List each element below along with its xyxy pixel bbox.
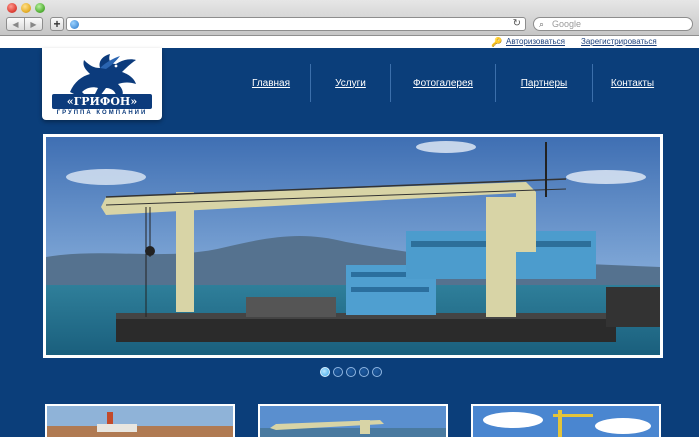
back-icon: ◀: [12, 19, 19, 29]
nav-item-contacts[interactable]: Контакты: [593, 64, 672, 102]
add-bookmark-button[interactable]: +: [50, 17, 64, 31]
minimize-window-button[interactable]: [21, 3, 31, 13]
slider-dot[interactable]: [372, 367, 382, 377]
logo-tagline: ГРУППА КОМПАНИЙ: [56, 110, 148, 116]
history-buttons: ◀ ▶: [6, 17, 43, 31]
slider-pagination: [320, 367, 382, 377]
gallery-thumbnail[interactable]: [45, 404, 235, 437]
forward-button[interactable]: ▶: [24, 18, 42, 30]
nav-item-services[interactable]: Услуги: [311, 64, 390, 102]
globe-icon: [70, 20, 79, 29]
key-icon: 🔑: [491, 37, 503, 47]
company-logo[interactable]: «ГРИФОН» ГРУППА КОМПАНИЙ: [42, 48, 162, 120]
thumbnail-image: [473, 406, 659, 437]
griffin-icon: [70, 54, 136, 96]
slider-dot[interactable]: [320, 367, 330, 377]
zoom-window-button[interactable]: [35, 3, 45, 13]
top-auth-strip: 🔑 Авторизоваться Зарегистрироваться: [0, 36, 699, 48]
close-window-button[interactable]: [7, 3, 17, 13]
search-icon: ⌕: [539, 19, 545, 29]
back-button[interactable]: ◀: [7, 18, 24, 30]
thumbnail-image: [47, 406, 233, 437]
plus-icon: +: [53, 17, 61, 31]
nav-item-partners[interactable]: Партнеры: [496, 64, 592, 102]
register-link[interactable]: Зарегистрироваться: [581, 36, 657, 48]
forward-icon: ▶: [30, 19, 37, 29]
nav-item-gallery[interactable]: Фотогалерея: [391, 64, 495, 102]
slider-dot[interactable]: [346, 367, 356, 377]
slider-dot[interactable]: [359, 367, 369, 377]
browser-toolbar: ◀ ▶ + ↻ ⌕ Google: [0, 0, 699, 36]
slide-image: [46, 137, 660, 355]
logo-name: «ГРИФОН»: [52, 94, 152, 109]
nav-item-home[interactable]: Главная: [232, 64, 310, 102]
gallery-thumbnail[interactable]: [471, 404, 661, 437]
floating-crane-photo: [46, 137, 660, 355]
gallery-thumbnail[interactable]: [258, 404, 448, 437]
reload-icon[interactable]: ↻: [513, 18, 521, 30]
search-field[interactable]: ⌕ Google: [533, 17, 693, 31]
hero-slider[interactable]: [43, 134, 663, 358]
slider-dot[interactable]: [333, 367, 343, 377]
main-navigation: Главная Услуги Фотогалерея Партнеры Конт…: [232, 64, 672, 102]
login-link[interactable]: Авторизоваться: [506, 36, 565, 48]
search-placeholder: Google: [552, 19, 582, 29]
thumbnail-image: [260, 406, 446, 437]
address-bar[interactable]: ↻: [66, 17, 526, 31]
